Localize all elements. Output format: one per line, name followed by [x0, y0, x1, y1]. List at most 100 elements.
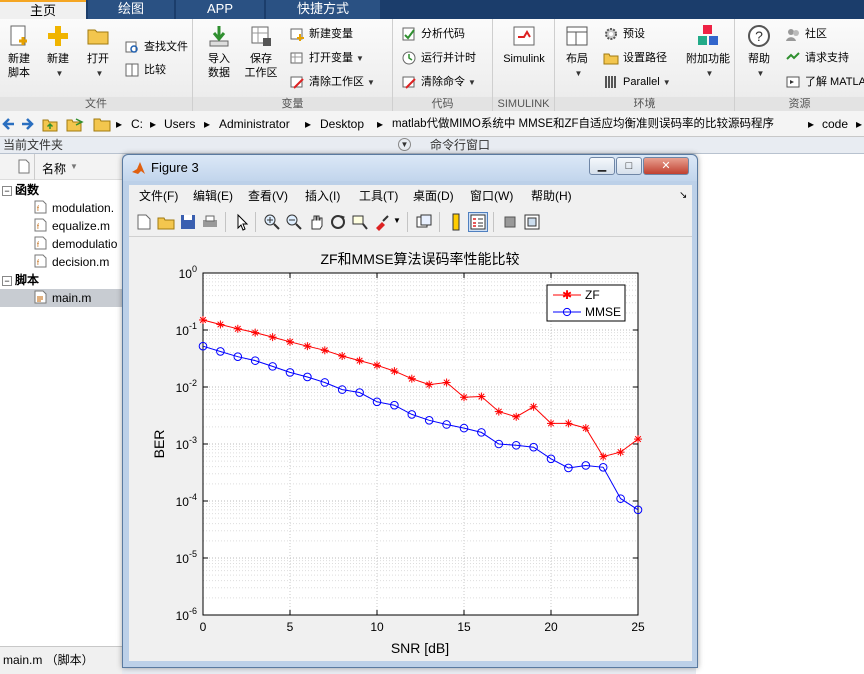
sort-caret-icon[interactable]: ▼: [70, 162, 78, 171]
save-figure-icon[interactable]: [179, 213, 197, 231]
breadcrumb-separator[interactable]: ▸: [808, 111, 814, 137]
open-button[interactable]: 打开 ▼: [80, 23, 116, 81]
name-column-header[interactable]: 名称: [42, 160, 66, 177]
community-button[interactable]: 社区: [785, 24, 827, 44]
command-window-area[interactable]: [696, 154, 864, 674]
data-cursor-icon[interactable]: [351, 213, 369, 231]
data-point-zf: [547, 419, 555, 428]
open-file-icon[interactable]: [157, 213, 175, 231]
print-figure-icon[interactable]: [201, 213, 219, 231]
brush-dropdown-icon[interactable]: ▼: [393, 216, 401, 225]
clear-workspace-button[interactable]: 清除工作区 ▼: [289, 72, 375, 92]
addons-caret[interactable]: ▼: [706, 69, 714, 78]
open-variable-caret[interactable]: ▼: [356, 54, 364, 63]
pan-hand-icon[interactable]: [307, 213, 325, 231]
parallel-caret[interactable]: ▼: [663, 78, 671, 87]
minimize-button[interactable]: ▁: [589, 157, 615, 175]
hide-plot-tools-icon[interactable]: [501, 213, 519, 231]
preferences-button[interactable]: 预设: [603, 24, 645, 44]
group-functions[interactable]: − 函数: [0, 181, 39, 199]
breadcrumb-separator[interactable]: ▸: [116, 111, 122, 137]
file-item[interactable]: f equalize.m: [34, 217, 110, 235]
edit-plot-arrow-icon[interactable]: [233, 213, 251, 231]
data-point-zf: [338, 351, 347, 360]
menu-edit[interactable]: 编辑(E): [193, 185, 233, 207]
legend-icon[interactable]: [468, 212, 488, 232]
layout-button[interactable]: 布局 ▼: [559, 23, 595, 81]
breadcrumb-separator[interactable]: ▸: [204, 111, 210, 137]
breadcrumb-separator[interactable]: ▸: [150, 111, 156, 137]
forward-arrow-icon[interactable]: [20, 117, 34, 131]
layout-label: 布局: [566, 53, 588, 65]
menu-file[interactable]: 文件(F): [139, 185, 178, 207]
layout-caret[interactable]: ▼: [575, 69, 583, 78]
zoom-out-icon[interactable]: [285, 213, 303, 231]
parallel-button[interactable]: Parallel ▼: [603, 72, 671, 92]
help-caret[interactable]: ▼: [757, 69, 765, 78]
new-dropdown-caret[interactable]: ▼: [56, 69, 64, 78]
clear-commands-caret[interactable]: ▼: [468, 78, 476, 87]
addons-button[interactable]: 附加功能 ▼: [683, 23, 733, 81]
group-scripts[interactable]: − 脚本: [0, 271, 39, 289]
breadcrumb-users[interactable]: Users: [164, 111, 195, 137]
breadcrumb-separator[interactable]: ▸: [856, 111, 862, 137]
maximize-button[interactable]: □: [616, 157, 642, 175]
tab-plots[interactable]: 绘图: [88, 0, 174, 19]
collapse-icon[interactable]: −: [2, 186, 12, 196]
breadcrumb-desktop[interactable]: Desktop: [320, 111, 364, 137]
breadcrumb-separator[interactable]: ▸: [377, 111, 383, 137]
open-variable-button[interactable]: 打开变量 ▼: [289, 48, 364, 68]
breadcrumb-code[interactable]: code: [822, 111, 848, 137]
tab-apps[interactable]: APP: [176, 0, 264, 19]
menu-insert[interactable]: 插入(I): [305, 185, 340, 207]
run-and-time-button[interactable]: 运行并计时: [401, 48, 476, 68]
zoom-in-icon[interactable]: [263, 213, 281, 231]
help-button[interactable]: ? 帮助 ▼: [741, 23, 777, 81]
breadcrumb-drive[interactable]: C:: [131, 111, 143, 137]
request-support-button[interactable]: 请求支持: [785, 48, 849, 68]
clear-workspace-caret[interactable]: ▼: [367, 78, 375, 87]
compare-button[interactable]: 比较: [124, 60, 166, 80]
menu-tools[interactable]: 工具(T): [359, 185, 398, 207]
new-script-button[interactable]: 新建 脚本: [2, 23, 36, 80]
menu-help[interactable]: 帮助(H): [531, 185, 572, 207]
import-data-button[interactable]: 导入 数据: [201, 23, 237, 80]
close-button[interactable]: ✕: [643, 157, 689, 175]
tab-shortcuts[interactable]: 快捷方式: [266, 0, 380, 19]
brush-icon[interactable]: [373, 213, 391, 231]
open-dropdown-caret[interactable]: ▼: [96, 69, 104, 78]
rotate-3d-icon[interactable]: [329, 213, 347, 231]
clear-commands-button[interactable]: 清除命令 ▼: [401, 72, 476, 92]
breadcrumb-project[interactable]: matlab代做MIMO系统中 MMSE和ZF自适应均衡准则误码率的比较源码程序: [392, 111, 774, 137]
find-files-button[interactable]: 查找文件: [124, 37, 188, 57]
tab-home[interactable]: 主页: [0, 0, 86, 19]
file-item[interactable]: f modulation.: [34, 199, 114, 217]
file-item-selected[interactable]: main.m: [0, 289, 122, 307]
up-folder-icon[interactable]: [42, 116, 58, 132]
new-figure-icon[interactable]: [135, 213, 153, 231]
back-arrow-icon[interactable]: [2, 117, 16, 131]
new-variable-button[interactable]: 新建变量: [289, 24, 353, 44]
file-item[interactable]: f decision.m: [34, 253, 109, 271]
chart-legend[interactable]: ✱ ZF MMSE: [546, 284, 626, 322]
breadcrumb-administrator[interactable]: Administrator: [219, 111, 290, 137]
analyze-code-button[interactable]: 分析代码: [401, 24, 465, 44]
link-plot-icon[interactable]: [415, 213, 433, 231]
menu-view[interactable]: 查看(V): [248, 185, 288, 207]
menu-window[interactable]: 窗口(W): [470, 185, 513, 207]
figure-title-bar[interactable]: Figure 3 ▁ □ ✕: [123, 155, 697, 181]
colorbar-icon[interactable]: [447, 213, 465, 231]
collapse-icon[interactable]: −: [2, 276, 12, 286]
learn-matlab-button[interactable]: 了解 MATLA: [785, 72, 864, 92]
new-button[interactable]: 新建 ▼: [40, 23, 76, 81]
panel-actions-icon[interactable]: ▼: [398, 138, 411, 151]
menu-overflow-icon[interactable]: ↘: [679, 185, 687, 207]
browse-folder-icon[interactable]: [66, 116, 84, 132]
menu-desktop[interactable]: 桌面(D): [413, 185, 454, 207]
show-plot-tools-icon[interactable]: [523, 213, 541, 231]
breadcrumb-separator[interactable]: ▸: [305, 111, 311, 137]
simulink-button[interactable]: Simulink: [499, 23, 549, 66]
file-item[interactable]: f demodulatio: [34, 235, 117, 253]
set-path-button[interactable]: 设置路径: [603, 48, 667, 68]
save-workspace-button[interactable]: 保存 工作区: [241, 23, 281, 80]
